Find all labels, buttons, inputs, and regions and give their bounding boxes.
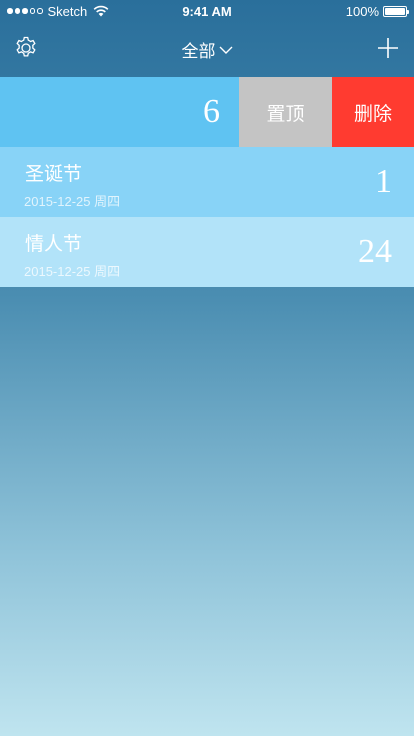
days-count: 24 — [358, 233, 392, 270]
category-dropdown[interactable]: 全部 — [182, 37, 233, 62]
signal-dot — [7, 8, 13, 14]
signal-strength-icon — [7, 8, 43, 14]
delete-button[interactable]: 删除 — [332, 77, 414, 147]
wifi-icon — [93, 5, 109, 17]
event-row[interactable]: 圣诞节 2015-12-25 周四 1 — [0, 147, 414, 217]
event-name: 圣诞节 — [25, 164, 83, 185]
days-count: 6 — [203, 93, 220, 130]
signal-dot — [22, 8, 28, 14]
nav-title-bar: 全部 — [0, 37, 414, 62]
event-date: 2015-12-25 周四 — [24, 194, 121, 209]
event-row[interactable]: 情人节 2015-12-25 周四 24 — [0, 217, 414, 287]
battery-tip — [407, 9, 409, 14]
event-date: 2015-12-25 周四 — [24, 264, 121, 279]
signal-dot — [14, 8, 20, 14]
event-name: 情人节 — [25, 234, 83, 255]
battery-percent: 100% — [345, 3, 379, 19]
nav-bar: 全部 — [0, 22, 414, 77]
signal-dot — [37, 8, 43, 14]
status-bar: Sketch 9:41 AM 100% — [0, 0, 414, 22]
battery-icon — [383, 5, 409, 17]
swiped-event-row[interactable]: 6 置顶 删除 — [0, 77, 414, 147]
pin-button[interactable]: 置顶 — [239, 77, 332, 147]
app-screen: Sketch 9:41 AM 100% 全部 6 置顶 删除 圣诞节 2015-… — [0, 0, 414, 736]
carrier-name: Sketch — [47, 3, 88, 19]
chevron-down-icon — [219, 46, 232, 54]
status-left: Sketch — [7, 4, 109, 19]
category-title: 全部 — [181, 42, 216, 61]
days-count: 1 — [375, 163, 392, 200]
battery-level — [385, 7, 405, 15]
status-right: 100% — [345, 3, 409, 19]
signal-dot — [29, 8, 35, 14]
plus-icon[interactable] — [377, 37, 399, 59]
